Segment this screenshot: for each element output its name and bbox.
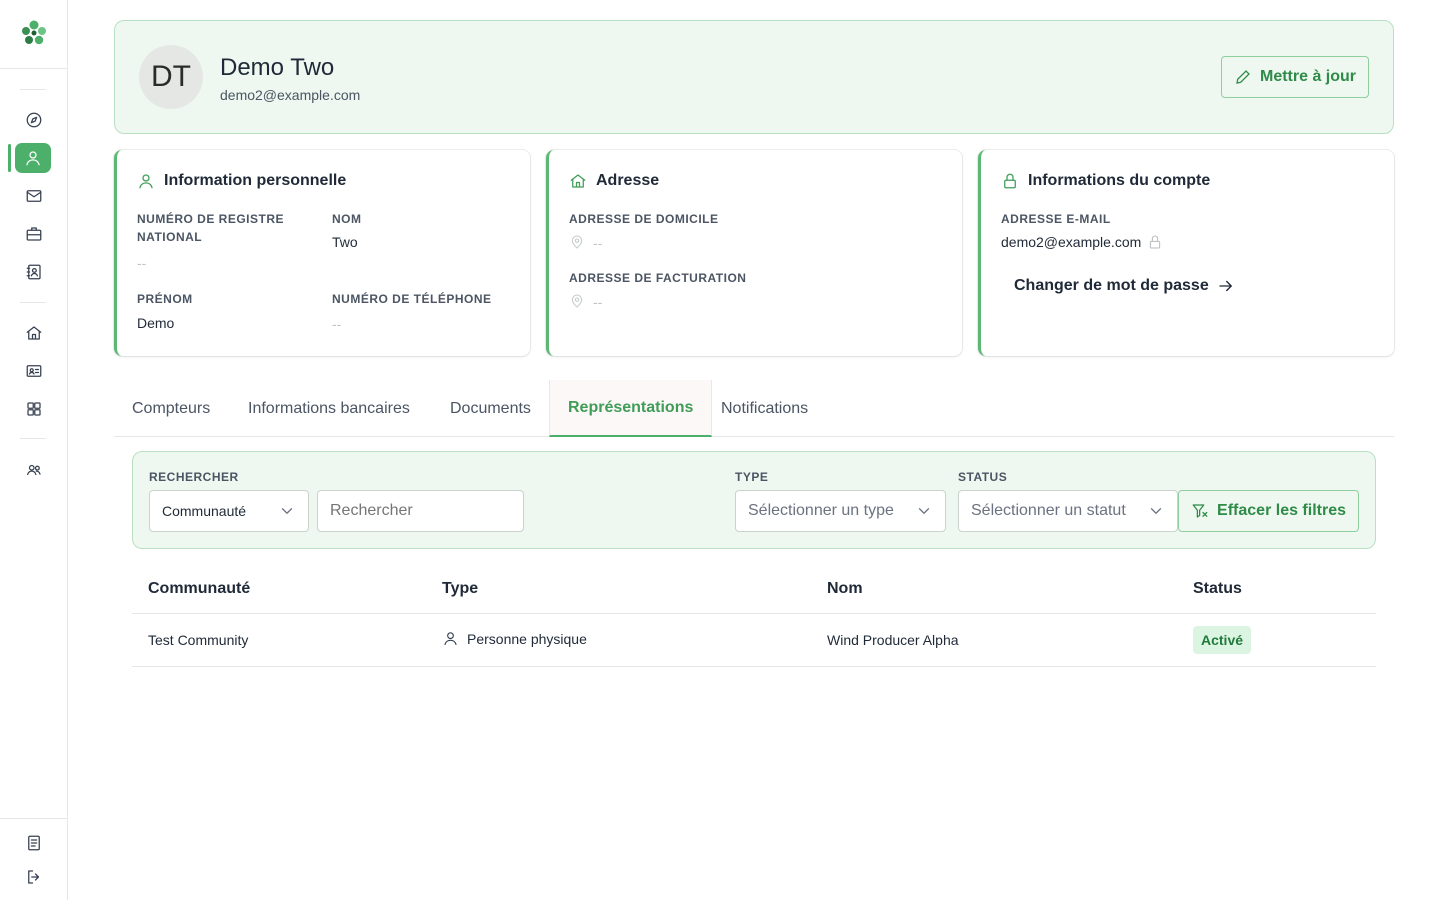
clear-filters-label: Effacer les filtres: [1217, 502, 1346, 519]
info-cards: Information personnelle NUMÉRO DE REGIST…: [114, 150, 1394, 356]
chevron-down-icon: [281, 508, 293, 514]
chevron-down-icon: [1150, 508, 1162, 514]
status-select-value: Sélectionner un statut: [971, 502, 1126, 519]
id-card-icon[interactable]: [20, 357, 48, 385]
lock-icon: [1149, 235, 1161, 249]
active-indicator: [8, 144, 11, 172]
personal-info-title-text: Information personnelle: [164, 172, 347, 189]
phone-value: --: [332, 316, 342, 332]
representations-table: Communauté Type Nom Status Test Communit…: [132, 568, 1376, 667]
tab-notifications[interactable]: Notifications: [703, 380, 826, 437]
home-icon: [570, 174, 586, 188]
map-pin-icon: [571, 235, 583, 249]
tab-representations[interactable]: Représentations: [549, 380, 713, 437]
column-header-community[interactable]: Communauté: [148, 580, 250, 598]
cell-name: Wind Producer Alpha: [827, 632, 959, 648]
user-icon: [444, 632, 457, 646]
tab-documents[interactable]: Documents: [432, 380, 549, 437]
cell-type: Personne physique: [442, 630, 587, 647]
account-title-text: Informations du compte: [1028, 172, 1211, 189]
type-select-value: Sélectionner un type: [748, 502, 894, 519]
sidebar: [0, 0, 68, 900]
profile-name: Demo Two: [220, 54, 335, 81]
clear-filters-button[interactable]: Effacer les filtres: [1178, 490, 1359, 532]
account-email-value: demo2@example.com: [1001, 234, 1142, 250]
search-scope-value: Communauté: [162, 503, 247, 519]
lock-icon: [1004, 173, 1016, 189]
home-icon[interactable]: [20, 319, 48, 347]
filters-panel: RECHERCHER Communauté TYPE Sélectionner …: [132, 451, 1376, 549]
arrow-right-icon: [1219, 280, 1232, 292]
contacts-icon[interactable]: [20, 258, 48, 286]
cell-type-text: Personne physique: [467, 630, 587, 647]
status-select[interactable]: Sélectionner un statut: [958, 490, 1178, 532]
update-button-label: Mettre à jour: [1259, 68, 1356, 85]
change-password-link[interactable]: Changer de mot de passe: [1014, 277, 1235, 295]
column-header-name[interactable]: Nom: [827, 580, 863, 598]
billing-address-label: ADRESSE DE FACTURATION: [569, 271, 747, 285]
grid-icon[interactable]: [20, 395, 48, 423]
logout-icon[interactable]: [20, 863, 48, 891]
cell-community: Test Community: [148, 632, 249, 648]
account-card: Informations du compte ADRESSE E-MAIL de…: [978, 150, 1394, 356]
document-icon[interactable]: [20, 829, 48, 857]
user-icon: [139, 174, 153, 189]
type-select[interactable]: Sélectionner un type: [735, 490, 946, 532]
profile-email: demo2@example.com: [220, 87, 361, 103]
search-label: RECHERCHER: [149, 470, 239, 484]
account-title: Informations du compte: [1001, 172, 1210, 190]
search-scope-select[interactable]: Communauté: [149, 490, 309, 532]
registry-label: NUMÉRO DE REGISTRE NATIONAL: [137, 212, 285, 244]
update-button[interactable]: Mettre à jour: [1220, 56, 1369, 98]
main-content: DT Demo Two demo2@example.com Mettre à j…: [114, 20, 1394, 667]
home-address-label: ADRESSE DE DOMICILE: [569, 212, 719, 226]
mail-icon[interactable]: [20, 182, 48, 210]
account-email-label: ADRESSE E-MAIL: [1001, 212, 1111, 226]
map-pin-icon: [571, 294, 583, 308]
lastname-value: Two: [332, 234, 358, 250]
change-password-text: Changer de mot de passe: [1014, 277, 1209, 294]
table-header: Communauté Type Nom Status: [132, 568, 1376, 614]
search-input[interactable]: [317, 490, 524, 532]
address-card: Adresse ADRESSE DE DOMICILE -- ADRESSE D…: [546, 150, 962, 356]
home-address-value: --: [593, 235, 603, 251]
user-icon[interactable]: [15, 143, 51, 173]
personal-info-title: Information personnelle: [137, 172, 346, 190]
status-badge: Activé: [1193, 626, 1252, 654]
logo-icon[interactable]: [19, 18, 49, 48]
column-header-type[interactable]: Type: [442, 580, 478, 598]
type-label: TYPE: [735, 470, 769, 484]
tab-informations-bancaires[interactable]: Informations bancaires: [230, 380, 428, 437]
address-title: Adresse: [569, 172, 659, 190]
lastname-label: NOM: [332, 212, 362, 226]
users-icon[interactable]: [20, 456, 48, 484]
filter-clear-icon: [1192, 504, 1208, 518]
tab-compteurs[interactable]: Compteurs: [114, 380, 228, 437]
pencil-icon: [1236, 70, 1250, 84]
chevron-down-icon: [918, 508, 930, 514]
compass-icon[interactable]: [20, 106, 48, 134]
registry-value: --: [137, 255, 147, 271]
avatar: DT: [139, 45, 203, 109]
tab-bar: Compteurs Informations bancaires Documen…: [114, 380, 1394, 437]
table-row[interactable]: Test Community Personne physique Wind Pr…: [132, 614, 1376, 667]
billing-address-value: --: [593, 294, 603, 310]
phone-label: NUMÉRO DE TÉLÉPHONE: [332, 292, 492, 306]
briefcase-icon[interactable]: [20, 220, 48, 248]
address-title-text: Adresse: [596, 172, 660, 189]
firstname-value: Demo: [137, 315, 175, 331]
profile-header: DT Demo Two demo2@example.com Mettre à j…: [114, 20, 1394, 134]
status-label: STATUS: [958, 470, 1008, 484]
firstname-label: PRÉNOM: [137, 292, 193, 306]
personal-info-card: Information personnelle NUMÉRO DE REGIST…: [114, 150, 530, 356]
column-header-status[interactable]: Status: [1193, 580, 1242, 598]
